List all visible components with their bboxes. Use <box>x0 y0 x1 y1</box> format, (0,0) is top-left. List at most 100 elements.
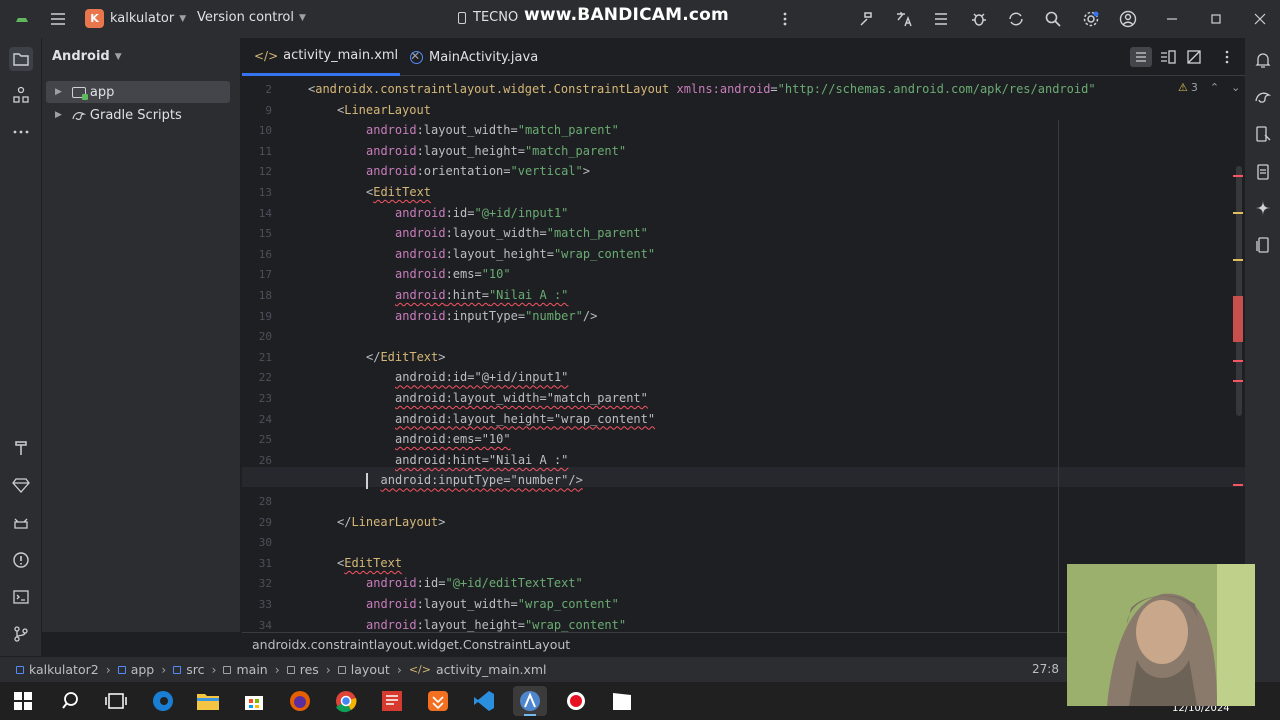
code-line[interactable]: android:id="@+id/editTextText" <box>366 575 583 591</box>
split-view-icon[interactable] <box>1158 47 1178 67</box>
list-tasks-icon[interactable] <box>931 9 951 29</box>
next-highlight-icon[interactable]: ⌄ <box>1231 81 1240 94</box>
tree-item-gradle-scripts[interactable]: ▶ Gradle Scripts <box>46 104 230 126</box>
breadcrumb-item[interactable]: kalkulator2 <box>16 662 99 677</box>
notifications-icon[interactable] <box>1253 50 1273 70</box>
code-line[interactable]: android:layout_width="match_parent" <box>395 390 648 406</box>
terminal-icon[interactable] <box>11 587 31 607</box>
main-menu-icon[interactable] <box>48 9 68 29</box>
android-studio-taskbar-icon[interactable] <box>513 686 547 716</box>
warning-stripe-mark[interactable] <box>1233 212 1243 214</box>
breadcrumb-item[interactable]: layout <box>337 662 390 677</box>
inspection-widget[interactable]: ⚠ 3 ⌃ ⌄ <box>1178 81 1240 94</box>
search-icon[interactable] <box>1043 9 1063 29</box>
chevron-right-icon[interactable]: ▶ <box>55 110 62 120</box>
code-line[interactable]: android:id="@+id/input1" <box>395 205 568 221</box>
build-hammer-icon[interactable] <box>11 438 31 458</box>
line-number[interactable]: 20 <box>259 330 272 343</box>
translate-icon[interactable] <box>894 9 914 29</box>
line-number[interactable]: 9 <box>265 104 272 117</box>
edge-browser-icon[interactable] <box>149 688 177 714</box>
line-number[interactable]: 12 <box>259 165 272 178</box>
code-line[interactable]: android:inputType="number"/> <box>381 472 583 488</box>
code-line[interactable]: android:hint="Nilai A :" <box>395 287 568 303</box>
store-icon[interactable] <box>240 688 268 714</box>
task-view-icon[interactable] <box>102 688 130 714</box>
pdf-app-icon[interactable] <box>378 688 406 714</box>
minimize-icon[interactable] <box>1162 9 1182 29</box>
code-line[interactable]: <LinearLayout <box>337 102 431 118</box>
gem-icon[interactable] <box>11 475 31 495</box>
line-number[interactable]: 28 <box>259 495 272 508</box>
git-branch-icon[interactable] <box>11 624 31 644</box>
running-devices-icon[interactable] <box>1253 235 1273 255</box>
windows-start-icon[interactable] <box>12 690 34 712</box>
code-line[interactable]: </LinearLayout> <box>337 514 445 530</box>
design-view-icon[interactable] <box>1184 47 1204 67</box>
editor-scrollbar[interactable] <box>1236 166 1242 416</box>
code-line[interactable]: android:inputType="number"/> <box>395 308 597 324</box>
code-line[interactable]: android:layout_height="wrap_content" <box>366 617 626 632</box>
chevron-right-icon[interactable]: ▶ <box>55 87 62 97</box>
project-selector[interactable]: K kalkulator ▼ <box>85 9 186 28</box>
line-number[interactable]: 10 <box>259 124 272 137</box>
firefox-icon[interactable] <box>286 688 314 714</box>
code-line[interactable]: <androidx.constraintlayout.widget.Constr… <box>308 81 1096 97</box>
line-number[interactable]: 31 <box>259 557 272 570</box>
tab-options-icon[interactable] <box>1217 47 1237 67</box>
warning-stripe-mark[interactable] <box>1233 259 1243 261</box>
bug-icon[interactable] <box>969 9 989 29</box>
vcs-menu[interactable]: Version control ▼ <box>197 10 306 25</box>
chrome-icon[interactable] <box>332 688 360 714</box>
logcat-icon[interactable] <box>11 513 31 533</box>
line-number[interactable]: 21 <box>259 351 272 364</box>
line-number[interactable]: 17 <box>259 268 272 281</box>
line-number[interactable]: 2 <box>265 83 272 96</box>
line-number[interactable]: 15 <box>259 227 272 240</box>
code-line[interactable]: android:layout_width="match_parent" <box>395 225 648 241</box>
resource-manager-icon[interactable] <box>11 85 31 105</box>
bandicam-record-icon[interactable] <box>562 688 590 714</box>
code-line[interactable]: android:layout_width="match_parent" <box>366 122 619 138</box>
code-line[interactable]: android:ems="10" <box>395 431 511 447</box>
line-number[interactable]: 33 <box>259 598 272 611</box>
previous-highlight-icon[interactable]: ⌃ <box>1210 81 1219 94</box>
gemini-sparkle-icon[interactable] <box>1253 198 1273 218</box>
device-manager-icon[interactable] <box>1253 124 1273 144</box>
line-number[interactable]: 29 <box>259 516 272 529</box>
device-selector[interactable]: TECNO <box>458 10 518 25</box>
settings-gear-icon[interactable] <box>1081 9 1101 29</box>
archive-app-icon[interactable] <box>424 688 452 714</box>
error-stripe-mark[interactable] <box>1233 360 1243 362</box>
sync-gradle-icon[interactable] <box>1006 9 1026 29</box>
code-line[interactable]: <EditText <box>337 555 402 571</box>
line-number[interactable]: 34 <box>259 619 272 632</box>
build-icon[interactable] <box>857 9 877 29</box>
error-stripe-mark[interactable] <box>1233 175 1243 177</box>
line-number[interactable]: 23 <box>259 392 272 405</box>
close-icon[interactable] <box>1250 9 1270 29</box>
project-folder-icon[interactable] <box>9 47 33 71</box>
line-number[interactable]: 16 <box>259 248 272 261</box>
account-icon[interactable] <box>1118 9 1138 29</box>
more-tools-icon[interactable] <box>11 122 31 142</box>
code-line[interactable]: </EditText> <box>366 349 445 365</box>
cursor-position[interactable]: 27:8 <box>1032 662 1059 676</box>
line-number[interactable]: 14 <box>259 207 272 220</box>
error-stripe-mark[interactable] <box>1233 296 1243 342</box>
code-line[interactable]: android:layout_height="wrap_content" <box>395 411 655 427</box>
code-line[interactable]: <EditText <box>366 184 431 200</box>
code-line[interactable]: android:orientation="vertical"> <box>366 163 590 179</box>
code-editor[interactable]: <androidx.constraintlayout.widget.Constr… <box>302 76 1245 632</box>
line-number[interactable]: 22 <box>259 371 272 384</box>
code-view-button[interactable] <box>1130 47 1152 67</box>
code-line[interactable]: android:id="@+id/input1" <box>395 369 568 385</box>
device-file-explorer-icon[interactable] <box>1253 162 1273 182</box>
code-line[interactable]: android:layout_height="wrap_content" <box>395 246 655 262</box>
error-stripe-mark[interactable] <box>1233 380 1243 382</box>
xml-path-hint[interactable]: androidx.constraintlayout.widget.Constra… <box>252 637 570 652</box>
breadcrumb-item[interactable]: src <box>173 662 204 677</box>
breadcrumb-item[interactable]: main <box>223 662 268 677</box>
tab-mainactivity-java[interactable]: MainActivity.java <box>410 38 560 76</box>
more-vert-icon[interactable] <box>775 9 795 29</box>
